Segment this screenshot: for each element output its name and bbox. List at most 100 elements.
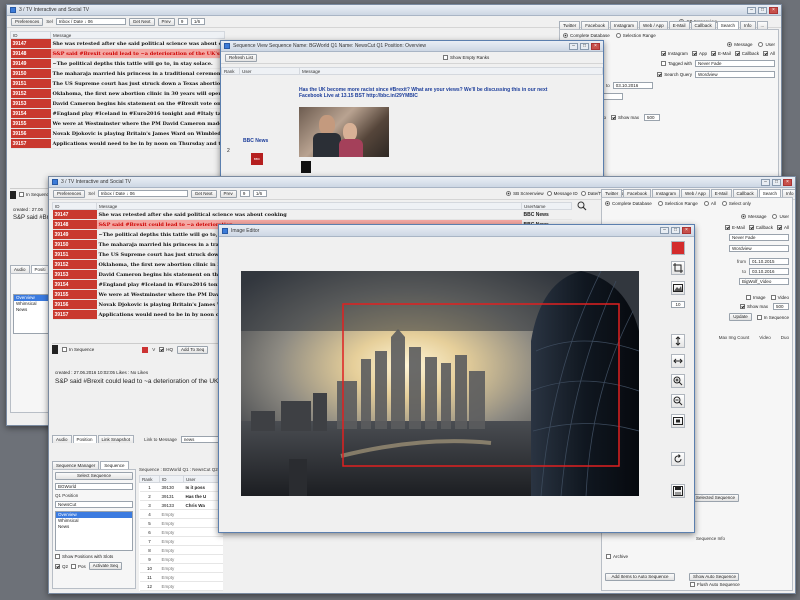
table-row[interactable]: 39154 #England play #Iceland in #Euro2016… <box>10 108 225 119</box>
sequence-row[interactable]: 5 Empty <box>139 518 223 528</box>
seq-col-id[interactable]: ID <box>159 475 184 483</box>
from-date-field[interactable]: 01.10.2015 <box>749 258 789 265</box>
tab-twitter[interactable]: Twitter <box>559 21 581 29</box>
callback-check[interactable]: Callback <box>748 225 773 230</box>
minimize-button[interactable]: – <box>660 227 669 234</box>
front-window-titlebar[interactable]: 3 / TV Interactive and Social TV – □ × <box>49 177 795 188</box>
close-button[interactable]: × <box>682 227 691 234</box>
get-next-button[interactable]: Get Next <box>190 189 217 198</box>
email-check[interactable]: E-Mail <box>724 225 745 230</box>
close-button[interactable]: × <box>769 6 778 14</box>
preferences-button[interactable]: Preferences <box>11 17 44 26</box>
message-radio[interactable]: Message <box>741 214 766 219</box>
selection-range-radio[interactable]: Selection Range <box>657 201 698 206</box>
col-message[interactable]: Message <box>50 31 225 39</box>
tab-link-snapshot[interactable]: Link Snapshot <box>97 435 135 443</box>
maximize-button[interactable]: □ <box>671 227 680 234</box>
editor-canvas[interactable] <box>241 271 639 496</box>
count-field[interactable]: 1/6 <box>190 18 205 25</box>
maximize-button[interactable]: □ <box>758 6 767 14</box>
search-icon[interactable] <box>577 201 587 211</box>
tab-position[interactable]: Position <box>72 435 97 443</box>
page-field[interactable]: 9 <box>239 190 250 197</box>
table-row[interactable]: 39149 ~The political depths this tattle w… <box>10 58 225 69</box>
tab-e-mail[interactable]: E-Mail <box>668 21 690 29</box>
col-username[interactable]: UserName <box>521 202 572 210</box>
table-row[interactable]: 39152 Oklahoma, the first new abortion cl… <box>10 88 225 99</box>
result-column-header[interactable]: Max Img Count <box>719 335 750 340</box>
select-sequence-button[interactable]: Select Sequence <box>55 472 133 480</box>
maximize-button[interactable]: □ <box>580 42 589 50</box>
complete-db-radio[interactable]: Complete Database <box>605 201 652 206</box>
sequence-select[interactable]: BGWorld <box>55 483 133 490</box>
sequence-row[interactable]: 4 Empty <box>139 509 223 519</box>
back-position-list[interactable]: Overview Whimsical News <box>13 294 53 334</box>
col-id[interactable]: ID <box>52 202 97 210</box>
col-id[interactable]: ID <box>10 31 51 39</box>
vertical-resize-icon[interactable] <box>671 334 685 348</box>
selection-range-radio[interactable]: Selection Range <box>615 33 656 38</box>
tab-facebook[interactable]: Facebook <box>581 21 610 29</box>
sequence-row[interactable]: 2 39131 Has the U <box>139 491 223 501</box>
image-icon[interactable] <box>671 281 685 295</box>
filter-select[interactable]: Inbox / Date ↓ 06 <box>55 18 126 25</box>
back-in-sequence-check[interactable]: In Sequence <box>19 192 51 197</box>
search-query-check[interactable]: Search Query <box>657 72 692 77</box>
add-to-seq-button[interactable]: Add To Seq <box>177 345 209 354</box>
tab-web-app[interactable]: Web / App <box>681 189 710 197</box>
tab-search[interactable]: Search <box>758 189 782 197</box>
tab-instagram[interactable]: Instagram <box>610 21 639 29</box>
show-auto-sequence-button[interactable]: Show Auto Sequence <box>689 573 739 581</box>
sequence-row[interactable]: 11 Empty <box>139 572 223 582</box>
sequence-row[interactable]: 12 Empty <box>139 581 223 591</box>
tab-info[interactable]: Info <box>782 189 795 197</box>
seqview-col-user[interactable]: User <box>239 67 300 75</box>
table-row[interactable]: 39151 The US Supreme court has just struc… <box>10 78 225 89</box>
message-radio[interactable]: Message <box>727 42 752 47</box>
archive-check[interactable]: Archive <box>606 554 628 559</box>
result-column-header[interactable]: Duo <box>781 335 789 340</box>
hq-check[interactable]: HQ <box>159 347 173 352</box>
seqview-col-rank[interactable]: Rank <box>221 67 240 75</box>
list-item[interactable]: News <box>56 524 132 530</box>
tab-twitter[interactable]: Twitter <box>601 189 623 197</box>
table-row[interactable]: 39153 David Cameron begins his statement … <box>10 98 225 109</box>
tab-facebook[interactable]: Facebook <box>623 189 652 197</box>
seq-col-rank[interactable]: Rank <box>139 475 160 483</box>
prev-button[interactable]: Prev <box>157 17 175 26</box>
selected-sequence-button[interactable]: Selected Sequence <box>692 494 740 502</box>
prev-button[interactable]: Prev <box>219 189 237 198</box>
seqview-col-message[interactable]: Message <box>299 67 603 75</box>
filter-select[interactable]: Inbox / Date ↓ 06 <box>97 190 188 197</box>
back-audio-tab[interactable]: Audio <box>10 265 30 273</box>
zoom-out-icon[interactable] <box>671 394 685 408</box>
tab-instagram[interactable]: Instagram <box>652 189 681 197</box>
tagged-with-check[interactable]: Tagged with <box>660 61 692 66</box>
tab-e-mail[interactable]: E-Mail <box>710 189 732 197</box>
max-field[interactable]: 500 <box>773 303 789 310</box>
in-sequence-check[interactable]: In Sequence <box>756 314 789 320</box>
preferences-button[interactable]: Preferences <box>53 189 86 198</box>
query-field[interactable]: Wordview <box>729 245 789 252</box>
back-window-titlebar[interactable]: 3 / TV Interactive and Social TV – □ × <box>7 5 781 16</box>
table-row[interactable]: 39147 She was retested after she said pol… <box>10 38 225 49</box>
q2-check[interactable]: Q2 <box>55 563 68 569</box>
refresh-list-button[interactable]: Refresh List <box>225 53 258 62</box>
max-field[interactable]: 500 <box>643 114 660 121</box>
app-check[interactable]: App <box>691 51 707 56</box>
tab-callback[interactable]: Callback <box>690 21 716 29</box>
user-radio[interactable]: User <box>772 214 789 219</box>
tab-search[interactable]: Search <box>716 21 740 29</box>
tab-sequence-manager[interactable]: Sequence Manager <box>52 461 100 469</box>
email-check[interactable]: E-Mail <box>710 51 731 56</box>
minimize-button[interactable]: – <box>569 42 578 50</box>
show-empty-ranks-check[interactable]: Show Empty Ranks <box>443 55 489 60</box>
sequence-row[interactable]: 8 Empty <box>139 545 223 555</box>
rotate-icon[interactable] <box>671 452 685 466</box>
position-list[interactable]: Overview Whimsical News <box>55 511 133 551</box>
all-radio[interactable]: All <box>703 201 716 206</box>
link-message-field[interactable]: news <box>180 435 221 443</box>
sequence-row[interactable]: 1 39130 Is it poss <box>139 482 223 492</box>
sb-screenview-radio[interactable]: SB Screenview <box>506 191 544 196</box>
to-date-field[interactable]: 03.10.2016 <box>612 82 653 89</box>
